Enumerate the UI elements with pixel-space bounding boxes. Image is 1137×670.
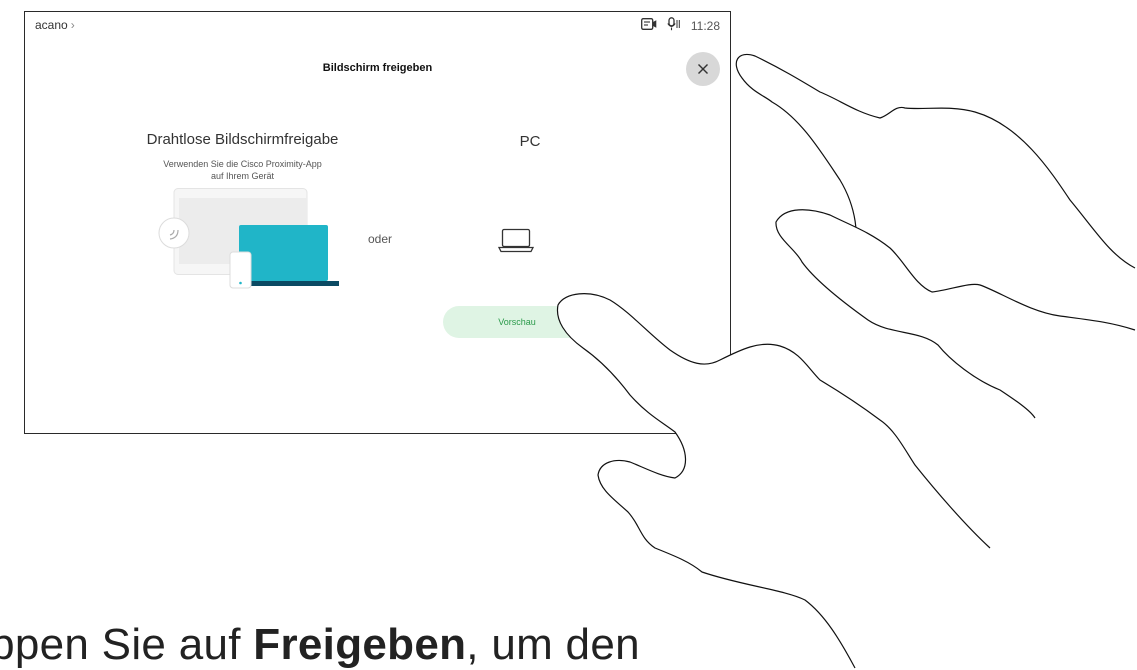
preview-button[interactable]: Vorschau <box>443 306 591 338</box>
status-bar: 11:28 <box>640 17 720 34</box>
instruction-text: ippen Sie auf Freigeben, um den <box>0 620 640 670</box>
wireless-share-subtitle: Verwenden Sie die Cisco Proximity-App au… <box>135 158 350 182</box>
separator-text: oder <box>368 232 393 246</box>
wireless-share-illustration <box>155 188 340 293</box>
mic-icon[interactable] <box>667 17 681 34</box>
breadcrumb[interactable]: acano › <box>35 18 75 32</box>
wireless-share-subtitle-line2: auf Ihrem Gerät <box>210 171 275 181</box>
chevron-right-icon: › <box>70 18 75 32</box>
clock-time: 11:28 <box>690 18 720 33</box>
pc-title: PC <box>519 133 541 150</box>
instruction-emphasis: Freigeben <box>253 620 467 669</box>
camera-icon[interactable] <box>640 18 657 33</box>
close-button[interactable] <box>686 52 720 86</box>
instruction-prefix: ippen Sie auf <box>0 620 254 669</box>
close-icon <box>698 64 708 74</box>
breadcrumb-label: acano <box>35 18 68 32</box>
dialog-title: Bildschirm freigeben <box>322 62 433 74</box>
device-screen: acano › 11:28 Bildschirm freigeben Draht… <box>24 11 731 434</box>
wireless-share-title: Drahtlose Bildschirmfreigabe <box>146 131 339 148</box>
laptop-icon[interactable] <box>497 227 535 253</box>
wireless-share-subtitle-line1: Verwenden Sie die Cisco Proximity-App <box>163 159 322 169</box>
instruction-suffix: , um den <box>466 620 640 669</box>
